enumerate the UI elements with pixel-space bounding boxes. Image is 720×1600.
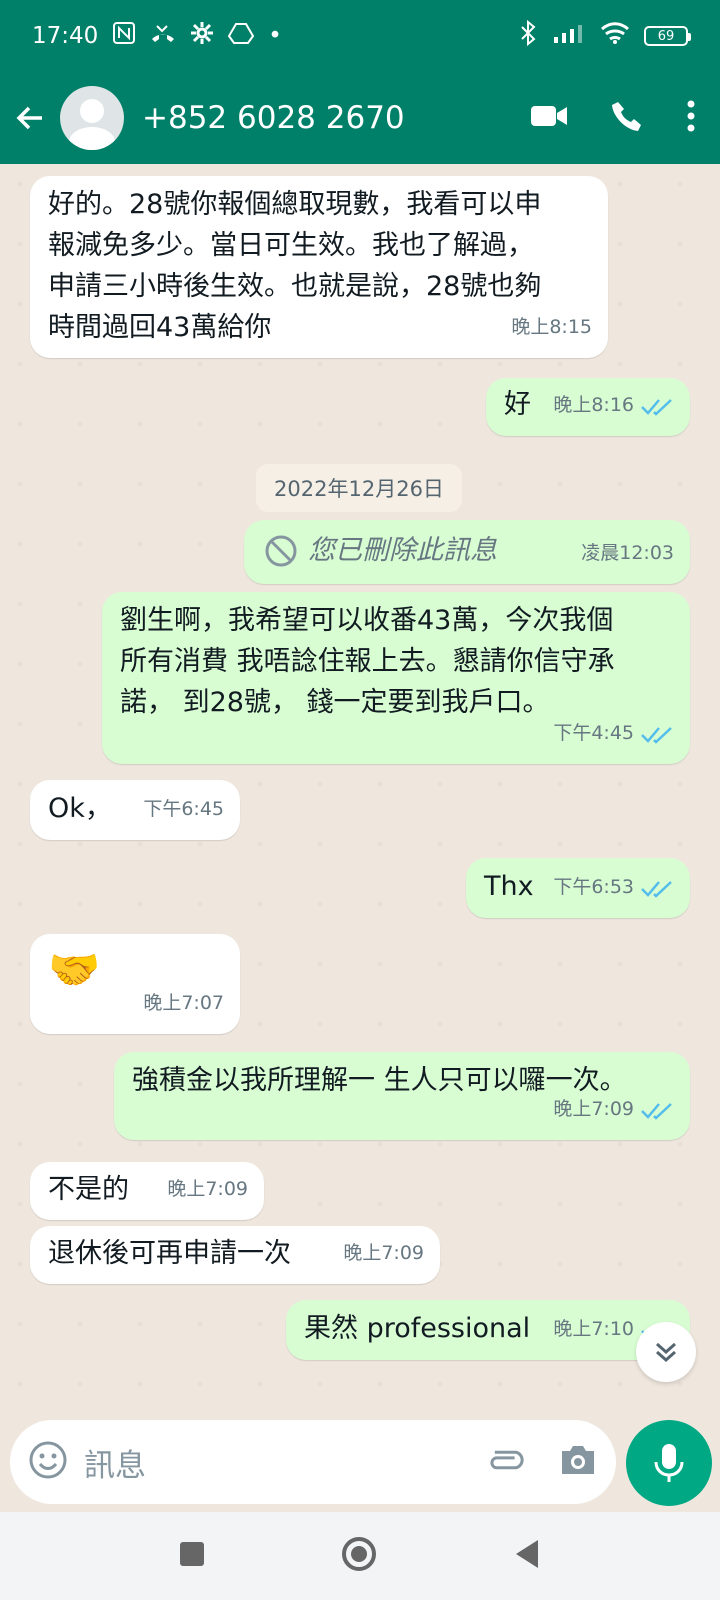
- notification-dot-icon: •: [268, 23, 282, 49]
- back-button[interactable]: [0, 102, 60, 134]
- avatar[interactable]: [60, 86, 124, 150]
- message-text-line: 劉生啊，我希望可以收番43萬，今次我個: [120, 605, 614, 636]
- date-separator: 2022年12月26日: [256, 464, 462, 512]
- message-outgoing[interactable]: 好 晚上8:16: [486, 378, 690, 436]
- signal-icon: [552, 21, 586, 51]
- message-time: 晚上7:09: [343, 1242, 424, 1264]
- video-call-icon[interactable]: [530, 102, 568, 134]
- message-time: 下午6:45: [143, 798, 224, 820]
- message-time-status: 晚上7:09: [553, 1089, 674, 1130]
- deleted-icon: [265, 535, 297, 566]
- message-incoming[interactable]: 退休後可再申請一次 晚上7:09: [30, 1226, 440, 1284]
- message-incoming[interactable]: 好的。28號你報個總取現數，我看可以申 報減免多少。當日可生效。我也了解過， 申…: [30, 176, 608, 358]
- message-text-line: 好的。28號你報個總取現數，我看可以申: [48, 189, 542, 220]
- phone-call-icon[interactable]: [610, 99, 644, 137]
- read-ticks-icon: [641, 1102, 672, 1120]
- more-options-icon[interactable]: [686, 99, 696, 137]
- camera-icon[interactable]: [558, 1442, 598, 1482]
- message-time: 晚上8:15: [511, 316, 592, 338]
- deleted-message[interactable]: 您已刪除此訊息 凌晨12:03: [244, 520, 690, 584]
- emoji-icon[interactable]: [28, 1440, 68, 1484]
- message-time: 凌晨12:03: [581, 542, 674, 564]
- message-time-status: 下午6:53: [553, 867, 674, 908]
- message-incoming[interactable]: 🤝 晚上7:07: [30, 934, 240, 1034]
- deleted-message-text: 您已刪除此訊息: [308, 535, 497, 566]
- chat-header: +852 6028 2670: [0, 72, 720, 164]
- scroll-down-button[interactable]: [636, 1322, 696, 1382]
- message-time: 下午6:53: [553, 876, 634, 898]
- message-outgoing[interactable]: 強積金以我所理解一 生人只可以囉一次。 晚上7:09: [114, 1052, 690, 1140]
- message-incoming[interactable]: Ok， 下午6:45: [30, 780, 240, 840]
- message-time: 晚上7:10: [553, 1318, 634, 1340]
- message-time: 晚上7:09: [553, 1098, 634, 1120]
- attachment-icon[interactable]: [484, 1440, 524, 1484]
- status-bar: 17:40 • 69: [0, 0, 720, 72]
- message-time: 晚上7:09: [167, 1178, 248, 1200]
- message-text-line: 報減免多少。當日可生效。我也了解過，: [48, 230, 534, 261]
- read-ticks-icon: [641, 880, 672, 898]
- system-navigation-bar: [0, 1512, 720, 1600]
- missed-call-icon: [150, 21, 176, 51]
- message-time-status: 下午4:45: [553, 713, 674, 754]
- message-outgoing[interactable]: 劉生啊，我希望可以收番43萬，今次我個 所有消費 我唔諗住報上去。懇請你信守承 …: [102, 592, 690, 764]
- battery-icon: 69: [644, 26, 691, 46]
- message-outgoing[interactable]: 果然 professional 晚上7:10: [286, 1300, 690, 1360]
- message-text-line: 時間過回43萬給你: [48, 312, 272, 343]
- message-input[interactable]: 訊息: [84, 1440, 146, 1485]
- read-ticks-icon: [641, 726, 672, 744]
- chat-area[interactable]: 好的。28號你報個總取現數，我看可以申 報減免多少。當日可生效。我也了解過， 申…: [0, 164, 720, 1410]
- message-time: 下午4:45: [553, 722, 634, 744]
- microphone-icon: [654, 1444, 684, 1482]
- wifi-icon: [600, 21, 630, 51]
- message-text-line: 申請三小時後生效。也就是說，28號也夠: [48, 271, 542, 302]
- message-incoming[interactable]: 不是的 晚上7:09: [30, 1162, 264, 1220]
- message-time: 晚上7:07: [143, 992, 224, 1014]
- status-time: 17:40: [32, 23, 99, 49]
- recent-apps-icon[interactable]: [177, 1539, 207, 1573]
- bluetooth-icon: [518, 19, 538, 52]
- nfc-icon: [112, 21, 136, 51]
- message-outgoing[interactable]: Thx 下午6:53: [466, 858, 690, 918]
- read-ticks-icon: [641, 398, 672, 416]
- settings-gear-icon: [190, 21, 214, 51]
- message-composer[interactable]: 訊息: [10, 1420, 616, 1504]
- double-chevron-down-icon: [656, 1342, 676, 1363]
- drive-icon: [228, 21, 255, 51]
- message-text-line: 所有消費 我唔諗住報上去。懇請你信守承: [120, 646, 615, 677]
- home-icon[interactable]: [339, 1534, 379, 1578]
- contact-title[interactable]: +852 6028 2670: [142, 100, 405, 136]
- back-navigation-icon[interactable]: [511, 1537, 543, 1575]
- message-time-status: 晚上8:16: [553, 385, 674, 426]
- microphone-button[interactable]: [626, 1420, 712, 1506]
- message-time: 晚上8:16: [553, 394, 634, 416]
